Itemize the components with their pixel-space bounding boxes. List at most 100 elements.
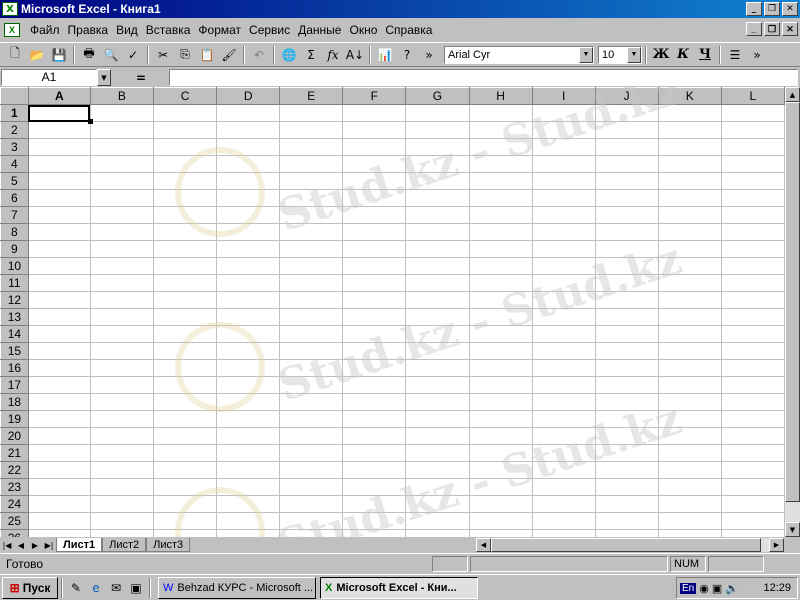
cell[interactable]	[531, 121, 596, 139]
cell[interactable]	[152, 308, 218, 326]
cell[interactable]	[405, 172, 470, 190]
cell[interactable]	[531, 223, 596, 241]
row-header[interactable]: 6	[0, 189, 29, 207]
cell[interactable]	[657, 359, 722, 377]
cell[interactable]	[216, 206, 281, 224]
cell[interactable]	[657, 274, 722, 292]
cell[interactable]	[405, 478, 470, 496]
cell[interactable]	[216, 529, 281, 537]
row-header[interactable]: 22	[0, 461, 29, 479]
cell[interactable]	[405, 376, 470, 394]
row-header[interactable]: 7	[0, 206, 29, 224]
cell[interactable]	[657, 325, 722, 343]
cell[interactable]	[89, 189, 154, 207]
cell[interactable]	[405, 291, 470, 309]
column-header-K[interactable]: K	[657, 87, 722, 105]
row-header[interactable]: 25	[0, 512, 29, 530]
new-icon[interactable]: 🗋	[4, 44, 26, 66]
cell[interactable]	[468, 478, 533, 496]
cell[interactable]	[342, 121, 407, 139]
cell[interactable]	[152, 478, 218, 496]
row-header[interactable]: 23	[0, 478, 29, 496]
cell[interactable]	[216, 427, 281, 445]
cell[interactable]	[89, 223, 154, 241]
column-header-G[interactable]: G	[405, 87, 470, 105]
cell[interactable]	[342, 155, 407, 173]
cell[interactable]	[27, 189, 91, 207]
cell[interactable]	[531, 155, 596, 173]
cell[interactable]	[27, 495, 91, 513]
cell[interactable]	[720, 206, 785, 224]
cell[interactable]	[720, 478, 785, 496]
cell[interactable]	[594, 274, 659, 292]
row-header[interactable]: 24	[0, 495, 29, 513]
menu-file[interactable]: Файл	[26, 23, 64, 37]
cell[interactable]	[720, 427, 785, 445]
cell[interactable]	[594, 495, 659, 513]
cell[interactable]	[405, 155, 470, 173]
cell[interactable]	[152, 223, 218, 241]
cell[interactable]	[27, 274, 91, 292]
cell[interactable]	[468, 138, 533, 156]
bold-button[interactable]: Ж	[650, 44, 672, 66]
cell[interactable]	[89, 512, 154, 530]
menu-edit[interactable]: Правка	[64, 23, 113, 37]
row-header[interactable]: 17	[0, 376, 29, 394]
close-button[interactable]: ✕	[782, 2, 798, 16]
cell[interactable]	[405, 512, 470, 530]
cell[interactable]	[279, 206, 344, 224]
cell[interactable]	[405, 410, 470, 428]
cell[interactable]	[405, 342, 470, 360]
cell[interactable]	[216, 155, 281, 173]
column-header-D[interactable]: D	[216, 87, 281, 105]
cell[interactable]	[531, 104, 596, 122]
cell[interactable]	[342, 393, 407, 411]
cell[interactable]	[594, 240, 659, 258]
row-header[interactable]: 21	[0, 444, 29, 462]
cell[interactable]	[216, 512, 281, 530]
menu-view[interactable]: Вид	[112, 23, 142, 37]
menu-help[interactable]: Справка	[381, 23, 436, 37]
cell[interactable]	[342, 308, 407, 326]
cell[interactable]	[216, 172, 281, 190]
cell[interactable]	[342, 223, 407, 241]
name-box[interactable]: A1	[1, 69, 97, 86]
cell[interactable]	[468, 342, 533, 360]
cell[interactable]	[657, 155, 722, 173]
cell[interactable]	[657, 529, 722, 537]
cell[interactable]	[216, 478, 281, 496]
chart-wizard-icon[interactable]: 📊	[374, 44, 396, 66]
cell[interactable]	[468, 393, 533, 411]
start-button[interactable]: ⊞ Пуск	[2, 576, 58, 599]
cell[interactable]	[89, 461, 154, 479]
row-header[interactable]: 16	[0, 359, 29, 377]
cut-icon[interactable]: ✂	[152, 44, 174, 66]
cell[interactable]	[405, 495, 470, 513]
cell[interactable]	[468, 376, 533, 394]
font-size-select[interactable]: 10 ▼	[598, 45, 642, 64]
cell[interactable]	[405, 274, 470, 292]
cell[interactable]	[405, 308, 470, 326]
cell[interactable]	[531, 427, 596, 445]
cell[interactable]	[27, 512, 91, 530]
cell[interactable]	[279, 155, 344, 173]
cell[interactable]	[720, 223, 785, 241]
row-header[interactable]: 2	[0, 121, 29, 139]
cell[interactable]	[27, 138, 91, 156]
cell[interactable]	[531, 206, 596, 224]
cell[interactable]	[657, 189, 722, 207]
cell[interactable]	[152, 155, 218, 173]
cell[interactable]	[594, 155, 659, 173]
cell[interactable]	[594, 257, 659, 275]
workbook-minimize-button[interactable]: _	[746, 22, 762, 36]
cell[interactable]	[89, 138, 154, 156]
cell[interactable]	[216, 342, 281, 360]
cell[interactable]	[342, 274, 407, 292]
cell[interactable]	[657, 138, 722, 156]
cell[interactable]	[405, 444, 470, 462]
cell[interactable]	[27, 359, 91, 377]
last-sheet-icon[interactable]: ▶|	[42, 538, 56, 552]
open-icon[interactable]: 📂	[26, 44, 48, 66]
cell[interactable]	[531, 342, 596, 360]
cell[interactable]	[657, 172, 722, 190]
